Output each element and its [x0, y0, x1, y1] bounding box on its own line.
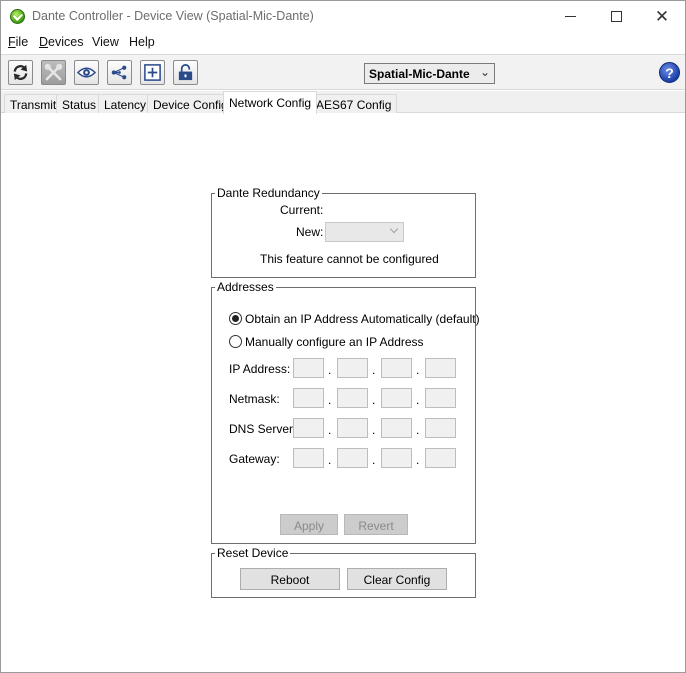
netmask-separator: .: [416, 393, 420, 407]
reset-device-group: Reset Device Reboot Clear Config: [211, 546, 476, 598]
minimize-button[interactable]: [547, 1, 593, 32]
ip-separator: .: [416, 363, 420, 377]
ip-address-octet-4[interactable]: [425, 358, 456, 378]
ip-address-octet-3[interactable]: [381, 358, 412, 378]
close-button[interactable]: ✕: [639, 1, 685, 32]
ip-separator: .: [328, 363, 332, 377]
menu-bar: File Devices View Help: [1, 32, 685, 53]
menu-file[interactable]: File: [8, 35, 28, 49]
tools-icon: [44, 63, 63, 81]
device-select-value: Spatial-Mic-Dante: [369, 67, 470, 81]
dns-server-octet-4[interactable]: [425, 418, 456, 438]
current-label: Current:: [280, 203, 324, 217]
dns-separator: .: [328, 423, 332, 437]
add-icon: [144, 64, 161, 81]
dns-separator: .: [416, 423, 420, 437]
netmask-octet-1[interactable]: [293, 388, 324, 408]
dante-redundancy-group: Dante Redundancy Current: New: This feat…: [211, 186, 476, 278]
add-button[interactable]: [140, 60, 165, 85]
dns-separator: .: [372, 423, 376, 437]
netmask-label: Netmask:: [229, 392, 280, 406]
help-icon: ?: [665, 64, 674, 81]
tab-status[interactable]: Status: [56, 94, 103, 113]
dns-server-label: DNS Server:: [229, 422, 297, 436]
dns-server-octet-2[interactable]: [337, 418, 368, 438]
eye-icon: [77, 67, 96, 78]
app-window: Dante Controller - Device View (Spatial-…: [0, 0, 686, 673]
network-icon: [111, 65, 127, 80]
tab-network-config[interactable]: Network Config: [223, 91, 318, 114]
maximize-button[interactable]: [593, 1, 639, 32]
netmask-separator: .: [372, 393, 376, 407]
minimize-icon: [564, 16, 576, 17]
netmask-octet-4[interactable]: [425, 388, 456, 408]
gateway-separator: .: [372, 453, 376, 467]
view-button[interactable]: [74, 60, 99, 85]
redundancy-new-select[interactable]: [325, 222, 404, 242]
tab-transmit[interactable]: Transmit: [4, 94, 63, 113]
unlock-icon: [178, 64, 193, 81]
help-button[interactable]: ?: [659, 62, 680, 83]
close-icon: ✕: [654, 7, 670, 26]
title-bar: Dante Controller - Device View (Spatial-…: [1, 1, 685, 32]
toolbar: Spatial-Mic-Dante ⌄ ?: [1, 54, 685, 90]
maximize-icon: [610, 11, 622, 22]
netmask-separator: .: [328, 393, 332, 407]
addresses-title: Addresses: [215, 280, 276, 294]
gateway-separator: .: [416, 453, 420, 467]
tab-strip: Transmit Status Latency Device Config Ne…: [1, 91, 685, 114]
network-config-panel: Dante Redundancy Current: New: This feat…: [1, 113, 685, 672]
device-select[interactable]: Spatial-Mic-Dante ⌄: [364, 63, 495, 84]
gateway-octet-3[interactable]: [381, 448, 412, 468]
gateway-separator: .: [328, 453, 332, 467]
reset-device-title: Reset Device: [215, 546, 291, 560]
device-tools-button[interactable]: [41, 60, 66, 85]
dante-app-icon: [10, 9, 25, 24]
unlock-button[interactable]: [173, 60, 198, 85]
netmask-octet-2[interactable]: [337, 388, 368, 408]
manual-ip-label[interactable]: Manually configure an IP Address: [245, 335, 424, 349]
chevron-down-icon: ⌄: [479, 65, 490, 79]
tab-latency[interactable]: Latency: [98, 94, 153, 113]
ip-address-label: IP Address:: [229, 362, 291, 376]
gateway-octet-4[interactable]: [425, 448, 456, 468]
netmask-octet-3[interactable]: [381, 388, 412, 408]
gateway-label: Gateway:: [229, 452, 280, 466]
clear-config-button[interactable]: Clear Config: [347, 568, 447, 590]
manual-ip-radio[interactable]: [229, 335, 242, 348]
menu-devices[interactable]: Devices: [39, 35, 83, 49]
addresses-group: Addresses Obtain an IP Address Automatic…: [211, 280, 480, 544]
revert-button[interactable]: Revert: [344, 514, 408, 535]
chevron-down-icon: [389, 224, 399, 234]
gateway-octet-1[interactable]: [293, 448, 324, 468]
refresh-icon: [13, 64, 28, 81]
new-label: New:: [296, 225, 324, 239]
dns-server-octet-3[interactable]: [381, 418, 412, 438]
refresh-button[interactable]: [8, 60, 33, 85]
network-view-button[interactable]: [107, 60, 132, 85]
ip-address-octet-1[interactable]: [293, 358, 324, 378]
gateway-octet-2[interactable]: [337, 448, 368, 468]
menu-view[interactable]: View: [92, 35, 119, 49]
ip-separator: .: [372, 363, 376, 377]
redundancy-note: This feature cannot be configured: [260, 252, 439, 266]
obtain-ip-auto-label[interactable]: Obtain an IP Address Automatically (defa…: [245, 312, 480, 326]
tab-aes67-config[interactable]: AES67 Config: [310, 94, 398, 113]
tab-device-config[interactable]: Device Config: [147, 94, 234, 113]
dns-server-octet-1[interactable]: [293, 418, 324, 438]
reboot-button[interactable]: Reboot: [240, 568, 340, 590]
window-title: Dante Controller - Device View (Spatial-…: [32, 9, 314, 23]
menu-help[interactable]: Help: [129, 35, 155, 49]
dante-redundancy-title: Dante Redundancy: [215, 186, 322, 200]
apply-button[interactable]: Apply: [280, 514, 338, 535]
ip-address-octet-2[interactable]: [337, 358, 368, 378]
obtain-ip-auto-radio[interactable]: [229, 312, 242, 325]
